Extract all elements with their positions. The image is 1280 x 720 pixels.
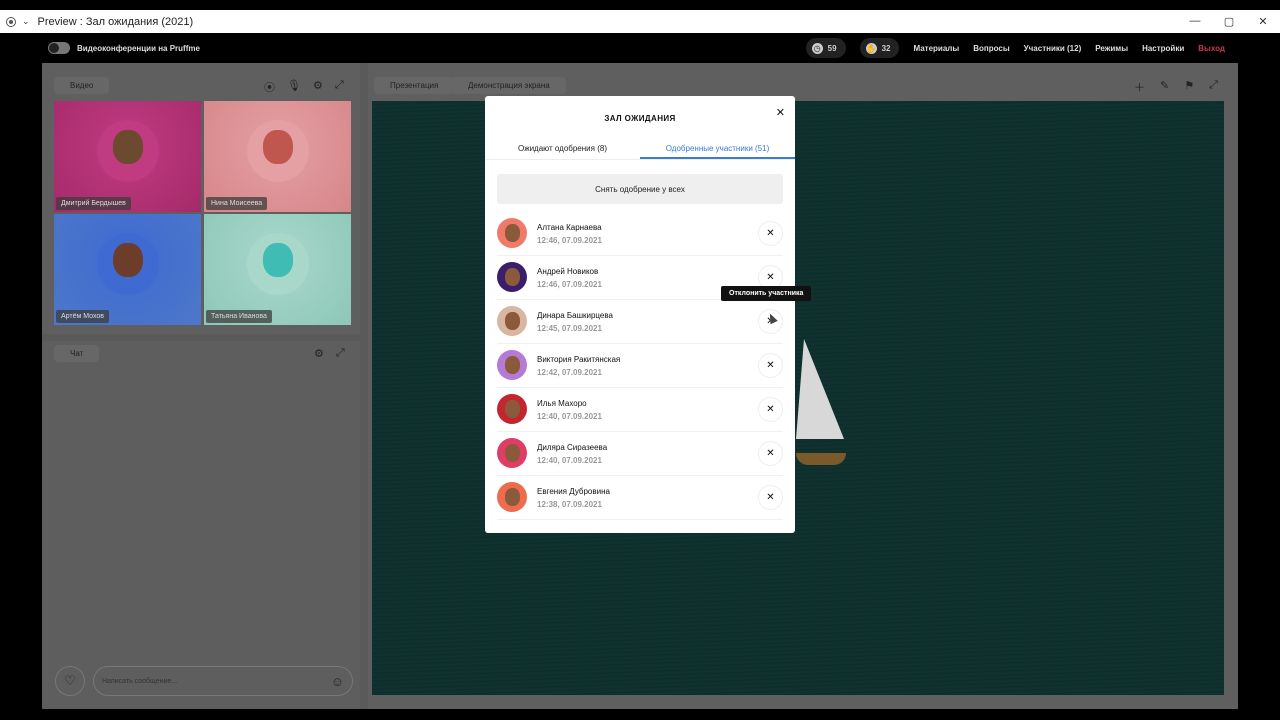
gear-icon[interactable]: ⚙ (313, 79, 323, 95)
chat-placeholder: Написать сообщение... (102, 677, 178, 685)
nav-questions[interactable]: Вопросы (973, 44, 1009, 53)
revoke-all-button[interactable]: Снять одобрение у всех (497, 174, 783, 204)
participant-name: Виктория Ракитянская (537, 355, 621, 364)
clock-icon: ◷ (811, 42, 823, 54)
sailboat-image (796, 339, 844, 439)
participant-name-label: Артём Мохов (56, 310, 110, 323)
avatar (497, 218, 527, 248)
maximize-button[interactable]: ▢ (1212, 15, 1246, 28)
timer-pill[interactable]: ◷ 59 (805, 38, 846, 58)
raised-hands-pill[interactable]: ✋ 32 (859, 38, 900, 58)
heart-button[interactable]: ♡ (55, 666, 85, 696)
app-icon (6, 16, 16, 27)
avatar (497, 306, 527, 336)
bookmark-icon[interactable]: ⚑ (1184, 79, 1194, 95)
tab-video[interactable]: Видео (54, 77, 110, 94)
reject-participant-button[interactable]: ✕ (758, 397, 783, 422)
hand-icon: ✋ (865, 42, 877, 54)
expand-icon[interactable]: ⤢ (1209, 79, 1218, 95)
participant-name-label: Татьяна Иванова (206, 310, 272, 323)
participant-name: Андрей Новиков (537, 267, 599, 276)
chat-panel: Чат ⚙ ⤢ ♡ Написать сообщение... ☺ (42, 341, 360, 709)
video-panel: Видео ⦿ 🎙 ⚙ ⤢ Дмитрий Бердышев Нина Моисе… (42, 63, 360, 334)
expand-icon[interactable]: ⤢ (335, 79, 344, 95)
close-icon[interactable]: ✕ (776, 106, 785, 119)
participant-time: 12:46, 07.09.2021 (537, 236, 602, 245)
avatar-face (262, 242, 293, 277)
chat-input[interactable]: Написать сообщение... ☺ (93, 666, 353, 696)
nav-participants[interactable]: Участники (12) (1024, 44, 1082, 53)
participant-time: 12:46, 07.09.2021 (537, 280, 602, 289)
video-tile[interactable]: Дмитрий Бердышев (54, 101, 201, 212)
emoji-icon[interactable]: ☺ (331, 674, 344, 689)
modal-title: ЗАЛ ОЖИДАНИЯ (604, 114, 676, 123)
participant-time: 12:45, 07.09.2021 (537, 324, 602, 333)
pencil-icon[interactable]: ✎ (1160, 79, 1169, 95)
close-window-button[interactable]: ✕ (1246, 15, 1280, 28)
avatar (497, 350, 527, 380)
gear-icon[interactable]: ⚙ (314, 347, 324, 360)
participant-name: Алтана Карнаева (537, 223, 602, 232)
participant-list: Алтана Карнаева 12:46, 07.09.2021 ✕ Андрей … (497, 212, 783, 520)
video-tile[interactable]: Татьяна Иванова (204, 214, 351, 325)
microphone-icon[interactable]: 🎙 (287, 79, 301, 95)
reject-participant-button[interactable]: ✕ (758, 221, 783, 246)
tab-screen-share[interactable]: Демонстрация экрана (452, 77, 566, 94)
video-tile[interactable]: Артём Мохов (54, 214, 201, 325)
nav-modes[interactable]: Режимы (1095, 44, 1128, 53)
avatar (497, 394, 527, 424)
location-icon[interactable]: ⦿ (264, 79, 275, 95)
window-title: Preview : Зал ожидания (2021) (37, 15, 194, 28)
reject-participant-button[interactable]: ✕ (758, 353, 783, 378)
hands-count: 32 (881, 43, 891, 53)
tab-pending[interactable]: Ожидают одобрения (8) (485, 138, 640, 159)
participant-name: Илья Махоро (537, 399, 587, 408)
window-titlebar: ⌄ Preview : Зал ожидания (2021) — ▢ ✕ (0, 10, 1280, 33)
timer-count: 59 (827, 43, 837, 53)
reject-participant-button[interactable]: ✕ (758, 485, 783, 510)
participant-name: Диляра Сиразеева (537, 443, 608, 452)
participant-name-label: Нина Моисеева (206, 197, 268, 210)
tab-presentation[interactable]: Презентация (374, 77, 455, 94)
plus-icon[interactable]: ＋ (1134, 79, 1145, 95)
avatar (497, 262, 527, 292)
minimize-button[interactable]: — (1178, 15, 1212, 28)
participant-row: Алтана Карнаева 12:46, 07.09.2021 ✕ (497, 212, 783, 256)
participant-row: Диляра Сиразеева 12:40, 07.09.2021 ✕ (497, 432, 783, 476)
app-topbar: Видеоконференции на Pruffme ◷ 59 ✋ 32 Ма… (0, 33, 1280, 63)
avatar-face (262, 129, 293, 164)
tab-approved[interactable]: Одобренные участники (51) (640, 138, 795, 159)
nav-settings[interactable]: Настройки (1142, 44, 1184, 53)
avatar-face (112, 242, 143, 277)
participant-name-label: Дмитрий Бердышев (56, 197, 131, 210)
reject-tooltip: Отклонить участника (721, 286, 812, 301)
participant-time: 12:40, 07.09.2021 (537, 412, 602, 421)
participant-name: Евгения Дубровина (537, 487, 610, 496)
participant-row: Илья Махоро 12:40, 07.09.2021 ✕ (497, 388, 783, 432)
nav-exit[interactable]: Выход (1198, 44, 1225, 53)
avatar (497, 438, 527, 468)
modal-tabs: Ожидают одобрения (8) Одобренные участни… (485, 138, 795, 160)
tab-chat[interactable]: Чат (54, 345, 100, 362)
avatar (497, 482, 527, 512)
nav-materials[interactable]: Материалы (913, 44, 959, 53)
mode-toggle[interactable] (48, 42, 70, 54)
participant-row: Евгения Дубровина 12:38, 07.09.2021 ✕ (497, 476, 783, 520)
heart-icon: ♡ (64, 673, 76, 688)
participant-time: 12:38, 07.09.2021 (537, 500, 602, 509)
sailboat-hull (796, 453, 846, 465)
brand-label: Видеоконференции на Pruffme (77, 43, 200, 53)
expand-icon[interactable]: ⤢ (336, 347, 345, 360)
participant-time: 12:42, 07.09.2021 (537, 368, 602, 377)
participant-row: Динара Башкирцева 12:45, 07.09.2021 ✕ (497, 300, 783, 344)
participant-row: Виктория Ракитянская 12:42, 07.09.2021 ✕ (497, 344, 783, 388)
participant-time: 12:40, 07.09.2021 (537, 456, 602, 465)
chevron-down-icon[interactable]: ⌄ (22, 16, 30, 27)
video-tile[interactable]: Нина Моисеева (204, 101, 351, 212)
waiting-room-modal: ЗАЛ ОЖИДАНИЯ ✕ Ожидают одобрения (8) Одо… (485, 96, 795, 533)
participant-name: Динара Башкирцева (537, 311, 613, 320)
reject-participant-button[interactable]: ✕ (758, 441, 783, 466)
avatar-face (112, 129, 143, 164)
